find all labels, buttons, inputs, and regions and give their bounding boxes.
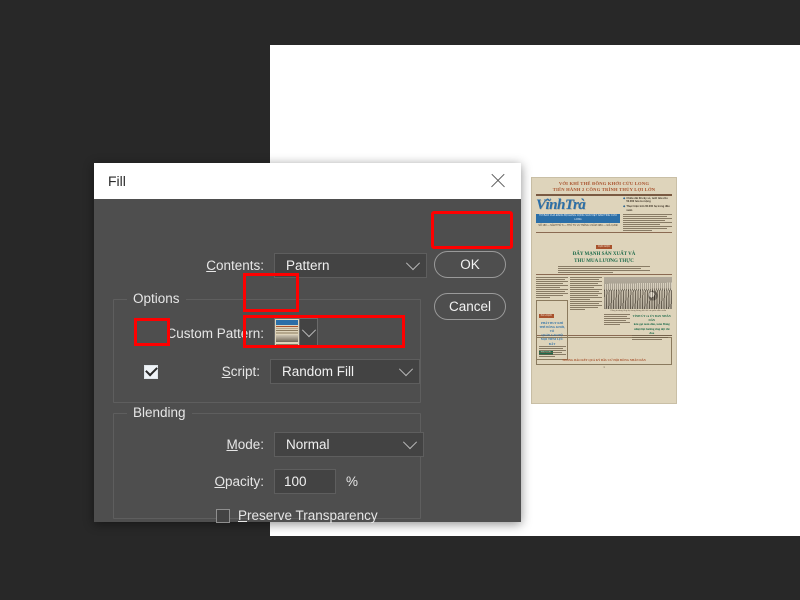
chevron-down-icon [398,361,414,376]
options-group: Options [113,291,421,403]
ok-button-label: OK [460,257,480,272]
script-value: Random Fill [282,364,355,379]
custom-pattern-chevron[interactable] [300,318,318,348]
script-row: Script: Random Fill [94,359,420,384]
custom-pattern-picker[interactable] [274,318,318,348]
chevron-down-icon [301,323,316,338]
script-select[interactable]: Random Fill [270,359,420,384]
newspaper-strap: TỜ BÁO CỦA ĐẢNG BỘ ĐẢNG CỘNG SẢN VIỆT NA… [536,213,620,223]
newspaper-headline-line2: TIẾN HÀNH 2 CÔNG TRÌNH THỦY LỢI LỚN [552,187,656,192]
preserve-transparency-label: Preserve Transparency [238,508,378,523]
newspaper-logo: VĩnhTrà [536,197,586,213]
newspaper-page-number: 1 [603,365,605,369]
dialog-title: Fill [108,173,126,189]
newspaper-blurb-line1: TỈNH ỦY và ỦY BAN NHÂN DÂN [632,313,671,323]
photoshop-workspace: VỚI KHÍ THẾ ĐỒNG KHỞI CỬU LONG TIẾN HÀNH… [0,0,800,600]
blending-group: Blending [113,405,421,519]
blending-group-title: Blending [127,405,192,420]
mode-label: Mode: [226,437,264,452]
custom-pattern-row: Custom Pattern: [94,318,318,348]
preserve-transparency-row: Preserve Transparency [94,508,378,523]
contents-label: Contents: [206,258,264,273]
newspaper-image[interactable]: VỚI KHÍ THẾ ĐỒNG KHỞI CỬU LONG TIẾN HÀNH… [531,177,677,404]
newspaper-masthead: VĩnhTrà TỜ BÁO CỦA ĐẢNG BỘ ĐẢNG CỘNG SẢN… [536,197,620,231]
newspaper-photo-caption: Công trường thủy lợi tưng bừng khí thế r… [610,309,667,312]
newspaper-blurb-line3: nhiệt liệt hưởng ứng đợt thi đua [634,326,670,335]
preserve-transparency-checkbox[interactable] [216,508,230,523]
dialog-titlebar: Fill [94,163,521,199]
bullet-dot-icon: ◆ [623,204,626,209]
newspaper-bullet-1: Chiều dài 39 cây số, tưới tiêu cho 50.00… [626,197,668,204]
chevron-down-icon [402,434,418,449]
contents-value: Pattern [286,258,330,273]
newspaper-bullet-2: Thực hiện trên 60.000 hạ trong đầu xuân [626,205,670,212]
newspaper-box-head-line1: PHÁT HUY KHÍ THẾ ĐỒNG KHỞI, TỔ [539,320,565,333]
newspaper-photo [604,277,672,310]
opacity-value: 100 [284,474,307,489]
cancel-button-label: Cancel [448,299,492,314]
close-icon[interactable] [487,170,509,192]
chevron-down-icon [405,255,421,270]
newspaper-kicker: CỤC HỌC [595,245,613,250]
contents-row: Contents: Pattern [94,253,427,278]
custom-pattern-label: Custom Pattern: [166,325,264,341]
script-checkbox[interactable] [144,363,158,379]
mode-row: Mode: Normal [94,432,424,457]
newspaper-dateline: SỐ 180 — NĂM THỨ 6 — THỨ TƯ 21 THÁNG 1 N… [538,223,618,227]
mode-value: Normal [286,437,330,452]
mode-select[interactable]: Normal [274,432,424,457]
newspaper-pattern-swatch[interactable] [274,318,300,348]
fill-dialog[interactable]: Fill Contents: Pattern Options Custom Pa… [94,163,521,523]
script-label: Script: [221,364,260,379]
options-group-title: Options [127,291,186,306]
cancel-button[interactable]: Cancel [434,293,506,320]
ok-button[interactable]: OK [434,251,506,278]
newspaper-bullets: ◆ Chiều dài 39 cây số, tưới tiêu cho 50.… [623,197,672,231]
newspaper-box-kicker: XÃ LUẬN [538,313,554,318]
newspaper-blurb-line2: kêu gọi toàn dân, toàn Đảng [633,322,670,327]
opacity-row: Opacity: 100 % [94,469,358,494]
opacity-label: Opacity: [214,474,264,489]
dialog-body: Contents: Pattern Options Custom Pattern… [94,199,521,523]
opacity-input[interactable]: 100 [274,469,336,494]
swatch-thumbnail [275,319,299,347]
opacity-unit: % [346,474,359,489]
contents-select[interactable]: Pattern [274,253,427,278]
bullet-dot-icon: ◆ [623,196,626,200]
